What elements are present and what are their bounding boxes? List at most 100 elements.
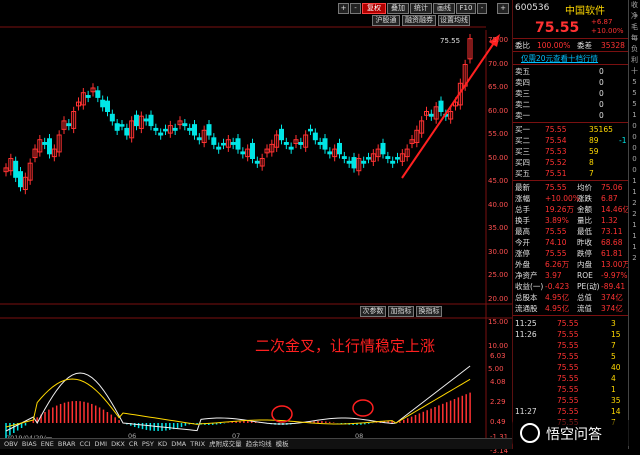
indicator-tab[interactable]: DMA: [171, 440, 186, 448]
stat-row: 总手 19.26万 金额 14.46亿: [515, 205, 630, 214]
price-tick-label: 5.00: [488, 365, 504, 373]
candle-body: [428, 113, 434, 117]
indicator-tab[interactable]: DMI: [95, 440, 108, 448]
indicator-tab[interactable]: TRIX: [190, 440, 205, 448]
price-tick-label: 30.00: [488, 247, 509, 256]
far-column-cell: 利: [631, 56, 638, 64]
stat-row: 外盘 6.26万 内盘 13.00万: [515, 260, 630, 269]
indicator-tab[interactable]: BIAS: [22, 440, 37, 448]
stat-row: 涨幅 +10.00% 涨跌 6.87: [515, 194, 618, 203]
far-column-cell: 1: [632, 221, 637, 229]
indicator-tab[interactable]: PSY: [142, 440, 154, 448]
candle-body: [182, 123, 188, 127]
indicator-tab[interactable]: KD: [158, 440, 167, 448]
stock-price: 75.55: [535, 20, 580, 36]
candle-body: [18, 171, 23, 188]
ten-level-banner[interactable]: 仅需20元查看十档行情: [521, 53, 598, 64]
quote-panel: 600536 中国软件 75.55 +6.87 +10.00% 委比 100.0…: [512, 0, 630, 449]
far-column-cell: 0: [632, 155, 637, 163]
stat-row: 最高 75.55 最低 73.11: [515, 227, 623, 236]
golden-cross-circle-1: [271, 405, 293, 423]
price-tick-label: 45.00: [488, 177, 509, 185]
tick-row: 75.557: [557, 341, 616, 350]
indicator-tab[interactable]: DKX: [111, 440, 125, 448]
candle-body: [134, 114, 139, 127]
candle-body: [366, 157, 371, 160]
sell-level-row: 卖四 0: [515, 78, 604, 87]
far-column-cell: 5: [632, 100, 637, 108]
buy-level-row: 买一 75.55 35165: [515, 125, 613, 134]
far-column-cell: 0: [632, 122, 637, 130]
candle-body: [279, 128, 284, 141]
watermark: 悟空问答: [512, 420, 640, 446]
add-indicator-button[interactable]: 加指标: [388, 306, 414, 317]
price-tick-label: 55.00: [488, 130, 509, 138]
candle-body: [337, 142, 342, 155]
candle-body: [351, 157, 357, 169]
candle-body: [322, 138, 328, 150]
candle-body: [308, 128, 313, 132]
tick-row: 11:27 75.55 14: [515, 407, 621, 416]
indicator-tab[interactable]: BRAR: [58, 440, 76, 448]
price-tick-label: 60.00: [488, 106, 509, 115]
far-column-cell: 0: [632, 133, 637, 141]
swap-indicator-button[interactable]: 换指标: [416, 306, 442, 317]
indicator-tab[interactable]: 模板: [276, 440, 289, 448]
indicator-tab[interactable]: ENE: [41, 440, 54, 448]
candle-body: [196, 137, 202, 141]
tick-row: 75.55 1: [557, 385, 616, 394]
candle-body: [385, 156, 391, 159]
candle-body: [395, 157, 400, 160]
watermark-text: 悟空问答: [546, 427, 602, 443]
candle-body: [254, 160, 260, 164]
indicator-tick-label: 6.03: [490, 352, 506, 360]
candle-body: [346, 160, 352, 164]
candle-body: [235, 138, 241, 150]
candle-body: [250, 142, 255, 160]
candle-body: [143, 118, 149, 122]
indicator-tab[interactable]: 趋余均线: [246, 440, 272, 448]
candle-body: [158, 132, 164, 136]
params-button[interactable]: 次参数: [360, 306, 386, 317]
stock-code: 600536: [515, 3, 550, 13]
far-column-cell: 5: [632, 89, 637, 97]
indicator-tab[interactable]: CCI: [80, 440, 91, 448]
stat-row: 今开 74.10 昨收 68.68: [515, 238, 623, 247]
indicator-tab[interactable]: OBV: [4, 440, 18, 448]
far-column-cell: 1: [632, 243, 637, 251]
stat-row: 最新 75.55 均价 75.06: [515, 183, 623, 192]
weibi-row: 委比 100.00% 委差 35328: [515, 41, 625, 50]
candle-body: [13, 160, 19, 178]
candle-body: [95, 90, 101, 98]
far-column-cell: 5: [632, 78, 637, 86]
candle-body: [240, 151, 246, 155]
indicator-tab[interactable]: CR: [129, 440, 138, 448]
tick-row: 11:26 75.55 15: [515, 330, 621, 339]
candle-body: [288, 146, 294, 150]
far-column-cell: 净: [631, 12, 638, 20]
stat-row: 涨停 75.55 跌停 61.81: [515, 249, 623, 258]
candle-body: [230, 142, 236, 145]
far-right-column: 收净毛每负利十 5 5 5 1 0 0 0 0 0 1 1 2 2 1 1 1 2: [628, 0, 640, 449]
indicator-tab[interactable]: 虎附成交量: [209, 440, 242, 448]
price-tick-label: 35.00: [488, 224, 509, 232]
candle-body: [317, 142, 323, 145]
candle-body: [192, 124, 197, 136]
far-column-cell: 2: [632, 199, 637, 207]
price-tick-label: 40.00: [488, 200, 509, 209]
price-chart: [0, 26, 512, 438]
candle-body: [85, 95, 91, 98]
far-column-cell: 十: [631, 67, 638, 75]
stat-row: 总股本 4.95亿 总值 374亿: [515, 293, 623, 302]
buy-level-row: 买四 75.52 8: [515, 158, 594, 167]
candle-body: [119, 124, 125, 127]
sell-level-row: 卖三 0: [515, 89, 604, 98]
far-column-cell: 1: [632, 232, 637, 240]
candle-body: [42, 142, 48, 145]
candle-body: [298, 142, 304, 145]
price-tick-label: 65.00: [488, 83, 509, 91]
candle-body: [47, 138, 52, 155]
far-column-cell: 1: [632, 177, 637, 185]
candle-body: [221, 142, 226, 146]
candle-body: [124, 127, 130, 136]
